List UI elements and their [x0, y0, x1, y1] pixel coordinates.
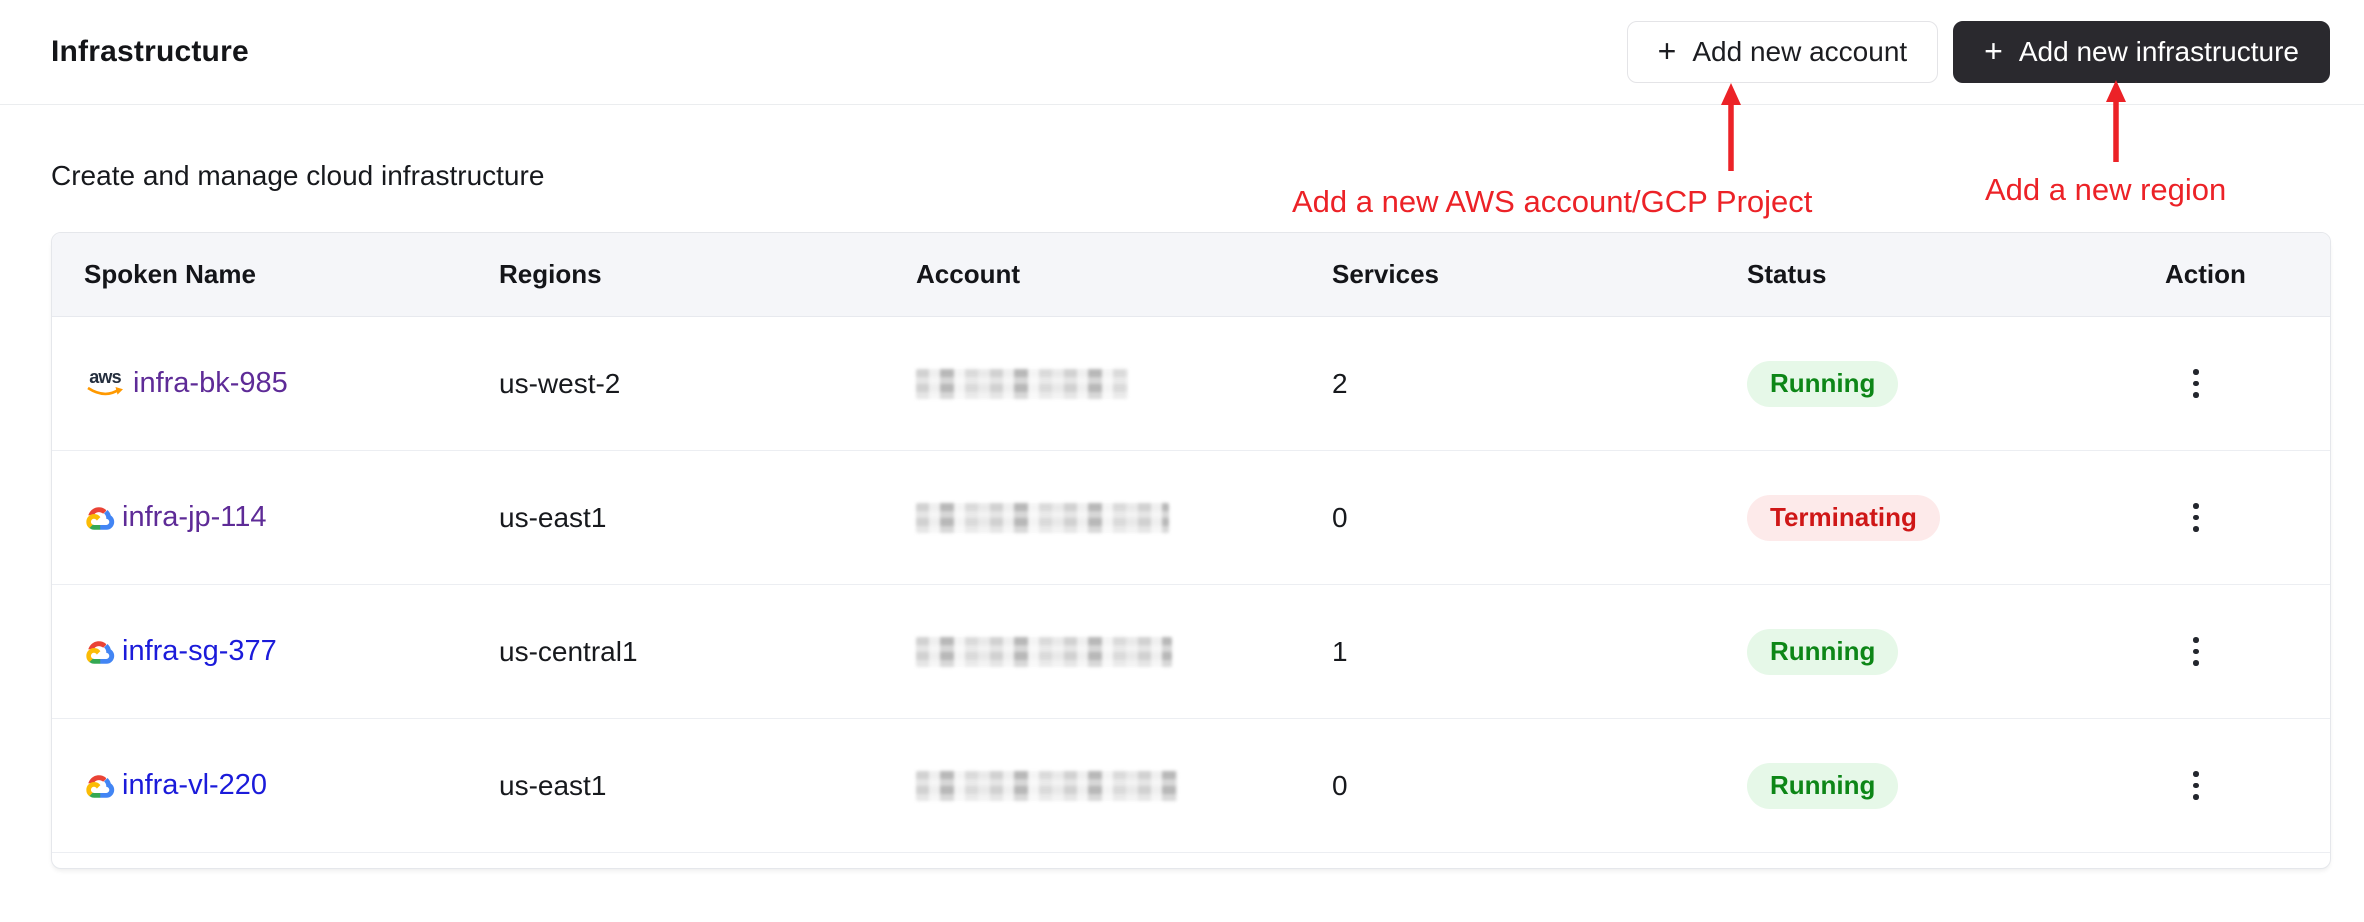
- region-cell: us-central1: [499, 635, 638, 667]
- account-cell: [916, 636, 1332, 667]
- table-row: infra-jp-114 us-east1 0 Terminating: [52, 451, 2330, 585]
- plus-icon: +: [1984, 33, 2003, 69]
- annotation-arrow-region: [2106, 80, 2126, 162]
- table-header-row: Spoken Name Regions Account Services Sta…: [52, 233, 2330, 317]
- toolbar-actions: + Add new account + Add new infrastructu…: [1626, 21, 2330, 83]
- account-redacted-blur: [916, 368, 1128, 399]
- table-row: infra-vl-220 us-east1 0 Running: [52, 719, 2330, 853]
- status-cell: Running: [1747, 762, 2165, 809]
- annotation-region-note: Add a new region: [1985, 172, 2227, 207]
- add-new-account-button[interactable]: + Add new account: [1626, 21, 1939, 83]
- region-cell: us-west-2: [499, 367, 621, 399]
- status-badge: Running: [1747, 360, 1899, 407]
- action-cell: [2165, 494, 2330, 541]
- row-actions-kebab-icon[interactable]: [2179, 628, 2213, 675]
- top-bar: Infrastructure + Add new account + Add n…: [0, 0, 2364, 105]
- services-cell: 2: [1332, 367, 1348, 399]
- row-actions-kebab-icon[interactable]: [2179, 494, 2213, 541]
- region-cell: us-east1: [499, 501, 607, 533]
- status-badge: Running: [1747, 762, 1899, 809]
- infrastructure-link[interactable]: infra-jp-114: [122, 501, 267, 534]
- infrastructure-table: Spoken Name Regions Account Services Sta…: [51, 232, 2331, 869]
- column-header-services: Services: [1332, 259, 1439, 289]
- status-badge: Terminating: [1747, 494, 1940, 541]
- action-cell: [2165, 360, 2330, 407]
- aws-icon-text: aws: [89, 367, 121, 388]
- add-new-account-label: Add new account: [1692, 36, 1908, 67]
- table-row: infra-sg-377 us-central1 1 Running: [52, 585, 2330, 719]
- action-cell: [2165, 762, 2330, 809]
- aws-smile-swoosh: [87, 386, 123, 395]
- annotation-arrow-account: [1721, 83, 1741, 171]
- gcp-icon: [84, 773, 115, 799]
- add-new-infrastructure-button[interactable]: + Add new infrastructure: [1953, 21, 2330, 83]
- status-cell: Running: [1747, 628, 2165, 675]
- infrastructure-link[interactable]: infra-vl-220: [122, 769, 267, 802]
- annotation-account-note: Add a new AWS account/GCP Project: [1292, 184, 1813, 219]
- infrastructure-link[interactable]: infra-bk-985: [133, 367, 288, 400]
- status-cell: Running: [1747, 360, 2165, 407]
- services-cell: 0: [1332, 501, 1348, 533]
- account-redacted-blur: [916, 502, 1169, 533]
- services-cell: 1: [1332, 635, 1348, 667]
- region-cell: us-east1: [499, 769, 607, 801]
- row-actions-kebab-icon[interactable]: [2179, 360, 2213, 407]
- aws-icon: aws: [84, 367, 126, 396]
- column-header-spoken-name: Spoken Name: [84, 259, 256, 289]
- status-cell: Terminating: [1747, 494, 2165, 541]
- account-redacted-blur: [916, 636, 1172, 667]
- spoken-name-cell: aws infra-bk-985: [84, 367, 499, 400]
- page-title: Infrastructure: [51, 35, 249, 68]
- gcp-icon: [84, 505, 115, 531]
- account-cell: [916, 770, 1332, 801]
- spoken-name-cell: infra-jp-114: [84, 501, 499, 534]
- action-cell: [2165, 628, 2330, 675]
- row-actions-kebab-icon[interactable]: [2179, 762, 2213, 809]
- add-new-infrastructure-label: Add new infrastructure: [2018, 36, 2299, 67]
- column-header-account: Account: [916, 259, 1020, 289]
- plus-icon: +: [1657, 33, 1677, 69]
- column-header-status: Status: [1747, 259, 1827, 289]
- account-cell: [916, 368, 1332, 399]
- status-badge: Running: [1747, 628, 1899, 675]
- infrastructure-link[interactable]: infra-sg-377: [122, 635, 277, 668]
- spoken-name-cell: infra-vl-220: [84, 769, 499, 802]
- column-header-action: Action: [2165, 259, 2246, 289]
- account-redacted-blur: [916, 770, 1178, 801]
- services-cell: 0: [1332, 769, 1348, 801]
- gcp-icon: [84, 639, 115, 665]
- page-subtitle: Create and manage cloud infrastructure: [51, 160, 545, 191]
- account-cell: [916, 502, 1332, 533]
- column-header-regions: Regions: [499, 259, 602, 289]
- spoken-name-cell: infra-sg-377: [84, 635, 499, 668]
- table-row: aws infra-bk-985 us-west-2 2 Running: [52, 317, 2330, 451]
